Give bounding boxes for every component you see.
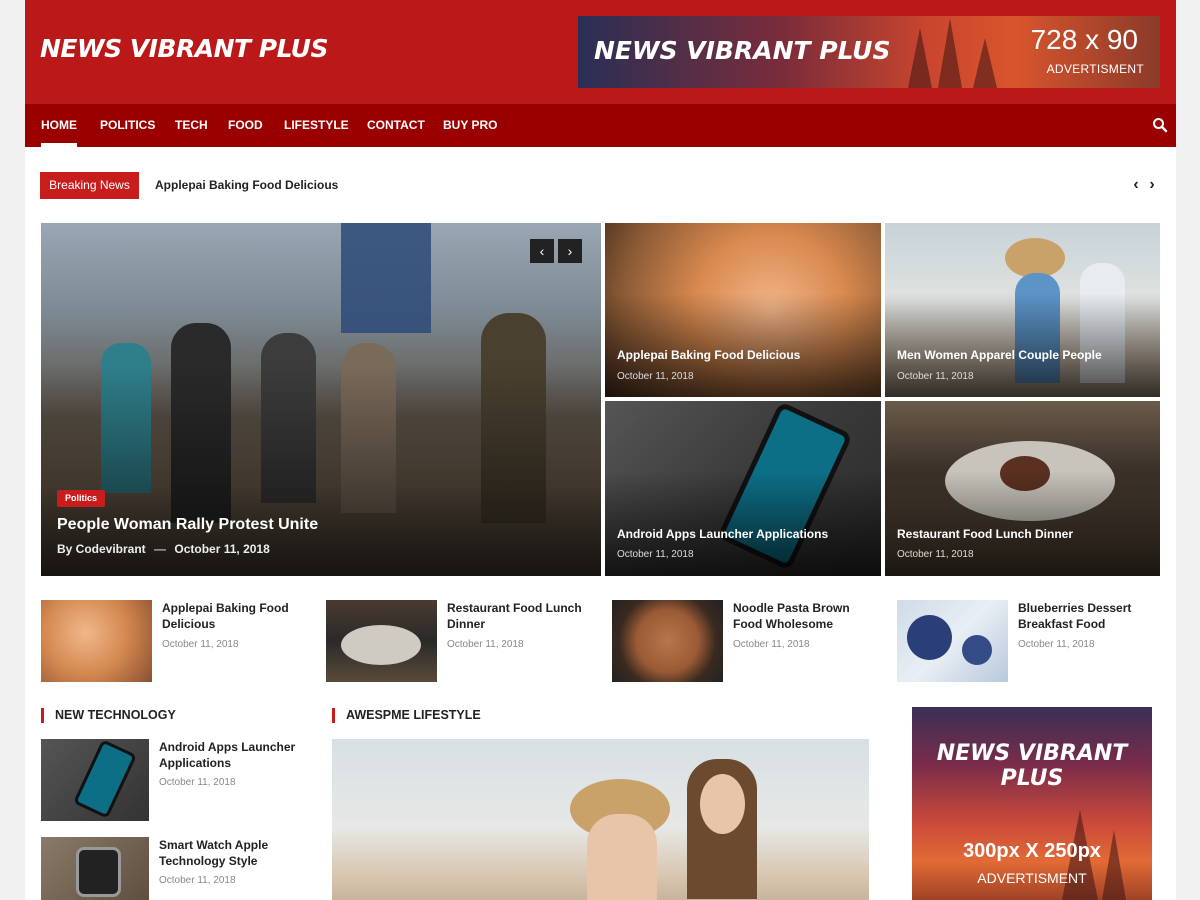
site-wrapper: News Vibrant Plus News Vibrant Plus 728 … — [25, 0, 1176, 900]
tech-post-1: Android Apps Launcher Applications Octob… — [41, 739, 311, 821]
nav-item-contact[interactable]: CONTACT — [367, 104, 425, 147]
header-ad-logo: News Vibrant Plus — [594, 36, 891, 65]
mini-post-3: Noodle Pasta Brown Food Wholesome Octobe… — [612, 600, 882, 682]
header-ad-banner[interactable]: News Vibrant Plus 728 x 90 ADVERTISMENT — [578, 16, 1160, 88]
nav-item-food[interactable]: FOOD — [228, 104, 263, 147]
sidebar-ad-banner[interactable]: News Vibrant Plus 300px X 250px ADVERTIS… — [912, 707, 1152, 900]
section-title-lifestyle: AWESPME LIFESTYLE — [332, 708, 481, 723]
nav-item-lifestyle[interactable]: LIFESTYLE — [284, 104, 349, 147]
tech-post-2: Smart Watch Apple Technology Style Octob… — [41, 837, 311, 900]
grid-post-3[interactable]: Android Apps Launcher Applications Octob… — [605, 401, 881, 576]
sidebar-ad-size: 300px X 250px — [963, 840, 1101, 862]
grid-post-title[interactable]: Android Apps Launcher Applications — [617, 527, 828, 541]
mini-post-1: Applepai Baking Food Delicious October 1… — [41, 600, 311, 682]
site-logo[interactable]: News Vibrant Plus — [40, 34, 328, 63]
hero-prev-button[interactable]: ‹ — [530, 239, 554, 263]
nav-item-buy-pro[interactable]: BUY PRO — [443, 104, 497, 147]
hero-next-button[interactable]: › — [558, 239, 582, 263]
header-ad-label: ADVERTISMENT — [1046, 62, 1144, 76]
sidebar-ad-logo: News Vibrant Plus — [936, 741, 1128, 791]
post-thumbnail[interactable] — [41, 837, 149, 900]
lifestyle-feature-image[interactable] — [332, 739, 869, 900]
section-title-tech: NEW TECHNOLOGY — [41, 708, 176, 723]
grid-post-title[interactable]: Applepai Baking Food Delicious — [617, 348, 800, 362]
hero-date: October 11, 2018 — [174, 542, 270, 556]
grid-post-date: October 11, 2018 — [617, 549, 694, 560]
main-nav: HOME POLITICS TECH FOOD LIFESTYLE CONTAC… — [25, 104, 1176, 147]
grid-post-title[interactable]: Men Women Apparel Couple People — [897, 348, 1102, 362]
header-ad-size: 728 x 90 — [1030, 24, 1138, 55]
mini-post-date: October 11, 2018 — [1018, 639, 1095, 650]
tech-post-title[interactable]: Android Apps Launcher Applications — [159, 739, 299, 771]
grid-post-2[interactable]: Men Women Apparel Couple People October … — [885, 223, 1160, 397]
mini-post-4: Blueberries Dessert Breakfast Food Octob… — [897, 600, 1167, 682]
mini-post-2: Restaurant Food Lunch Dinner October 11,… — [326, 600, 596, 682]
post-thumbnail[interactable] — [41, 739, 149, 821]
hero-category-badge[interactable]: Politics — [57, 490, 106, 507]
nav-item-tech[interactable]: TECH — [175, 104, 208, 147]
mini-post-date: October 11, 2018 — [733, 639, 810, 650]
tech-post-title[interactable]: Smart Watch Apple Technology Style — [159, 837, 299, 869]
chevron-left-icon[interactable]: ‹ — [1129, 176, 1143, 194]
grid-post-date: October 11, 2018 — [617, 371, 694, 382]
mini-post-title[interactable]: Restaurant Food Lunch Dinner — [447, 600, 587, 632]
post-thumbnail[interactable] — [612, 600, 723, 682]
hero-author[interactable]: By Codevibrant — [57, 542, 146, 556]
grid-post-date: October 11, 2018 — [897, 371, 974, 382]
mini-post-date: October 11, 2018 — [162, 639, 239, 650]
breaking-news-headline[interactable]: Applepai Baking Food Delicious — [155, 178, 338, 192]
nav-item-politics[interactable]: POLITICS — [100, 104, 155, 147]
grid-post-4[interactable]: Restaurant Food Lunch Dinner October 11,… — [885, 401, 1160, 576]
post-thumbnail[interactable] — [326, 600, 437, 682]
nav-item-home[interactable]: HOME — [41, 104, 77, 147]
sidebar-ad-label: ADVERTISMENT — [977, 870, 1087, 886]
hero-meta: By Codevibrant — October 11, 2018 — [57, 542, 270, 556]
post-thumbnail[interactable] — [41, 600, 152, 682]
breaking-news-label: Breaking News — [40, 172, 139, 199]
mini-post-title[interactable]: Blueberries Dessert Breakfast Food — [1018, 600, 1158, 632]
mini-post-title[interactable]: Applepai Baking Food Delicious — [162, 600, 302, 632]
hero-slide[interactable]: ‹ › Politics People Woman Rally Protest … — [41, 223, 601, 576]
grid-post-1[interactable]: Applepai Baking Food Delicious October 1… — [605, 223, 881, 397]
hero-separator: — — [154, 542, 167, 556]
site-header: News Vibrant Plus News Vibrant Plus 728 … — [25, 0, 1176, 104]
mini-post-title[interactable]: Noodle Pasta Brown Food Wholesome — [733, 600, 873, 632]
search-icon[interactable] — [1152, 117, 1168, 133]
chevron-right-icon[interactable]: › — [1145, 176, 1159, 194]
grid-post-title[interactable]: Restaurant Food Lunch Dinner — [897, 527, 1073, 541]
mini-post-date: October 11, 2018 — [447, 639, 524, 650]
post-thumbnail[interactable] — [897, 600, 1008, 682]
tech-post-date: October 11, 2018 — [159, 777, 236, 788]
hero-title[interactable]: People Woman Rally Protest Unite — [57, 516, 318, 534]
tech-post-date: October 11, 2018 — [159, 875, 236, 886]
grid-post-date: October 11, 2018 — [897, 549, 974, 560]
